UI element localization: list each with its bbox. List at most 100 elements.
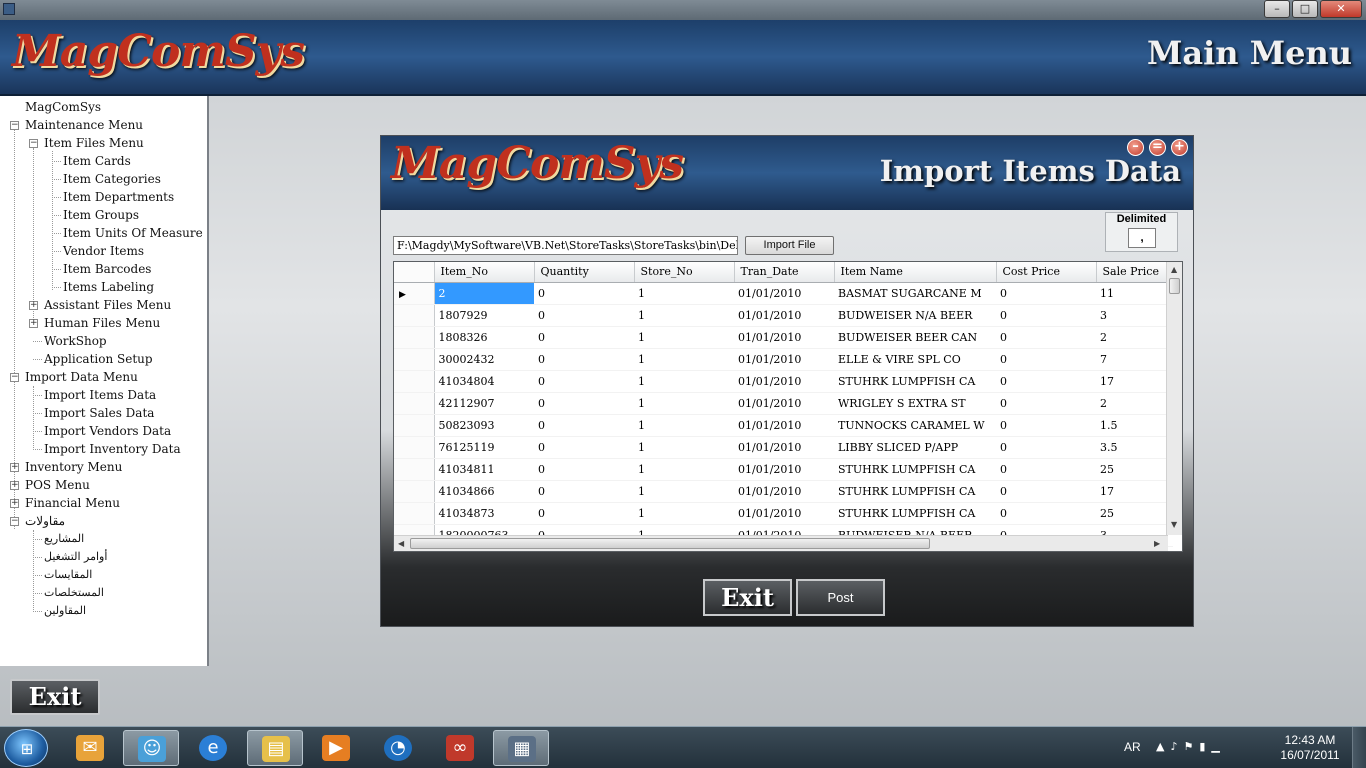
table-cell[interactable]: 0: [534, 414, 634, 437]
row-header[interactable]: [394, 326, 435, 349]
table-cell[interactable]: STUHRK LUMPFISH CA: [834, 502, 996, 525]
table-row[interactable]: 1807929 0 1 01/01/2010 BUDWEISER N/A BEER 0 3: [394, 304, 1173, 327]
scroll-down-icon[interactable]: ▼: [1171, 520, 1177, 529]
taskbar-item-users[interactable]: ☺: [123, 730, 179, 766]
scroll-left-icon[interactable]: ◀: [398, 539, 404, 548]
row-header[interactable]: [394, 392, 435, 415]
tree-item-item-categories[interactable]: Item Categories: [63, 170, 161, 188]
table-cell[interactable]: BASMAT SUGARCANE M: [834, 282, 996, 305]
table-cell[interactable]: 0: [534, 348, 634, 371]
table-cell[interactable]: 1: [634, 326, 734, 349]
show-desktop-button[interactable]: [1352, 727, 1366, 768]
tree-item-import-sales-data[interactable]: Import Sales Data: [44, 404, 154, 422]
tree-item-item-groups[interactable]: Item Groups: [63, 206, 139, 224]
row-header[interactable]: [394, 458, 435, 481]
table-row[interactable]: 30002432 0 1 01/01/2010 ELLE & VIRE SPL CO 0 7: [394, 348, 1173, 371]
taskbar-item-outlook[interactable]: ✉: [62, 730, 118, 766]
row-header[interactable]: [394, 414, 435, 437]
horizontal-scroll-thumb[interactable]: [410, 538, 930, 549]
table-cell[interactable]: ELLE & VIRE SPL CO: [834, 348, 996, 371]
row-header[interactable]: [394, 480, 435, 503]
tree-item-projects[interactable]: المشاريع: [44, 530, 84, 548]
table-cell[interactable]: 1: [634, 502, 734, 525]
column-header[interactable]: Item_No: [434, 262, 535, 283]
table-cell[interactable]: 0: [534, 502, 634, 525]
column-header[interactable]: Store_No: [634, 262, 735, 283]
table-cell[interactable]: 1: [634, 392, 734, 415]
table-cell[interactable]: 1: [634, 370, 734, 393]
table-cell[interactable]: 01/01/2010: [734, 392, 834, 415]
table-cell[interactable]: 1808326: [434, 326, 534, 349]
table-cell[interactable]: 41034804: [434, 370, 534, 393]
dialog-maximize-icon[interactable]: +: [1171, 139, 1188, 156]
tree-item-workshop[interactable]: WorkShop: [44, 332, 107, 350]
table-cell[interactable]: WRIGLEY S EXTRA ST: [834, 392, 996, 415]
row-header[interactable]: [394, 502, 435, 525]
table-row[interactable]: 41034811 0 1 01/01/2010 STUHRK LUMPFISH CA 0 2…: [394, 458, 1173, 481]
taskbar-item-remote[interactable]: ◔: [370, 730, 426, 766]
tree-item-item-cards[interactable]: Item Cards: [63, 152, 131, 170]
table-cell[interactable]: 01/01/2010: [734, 458, 834, 481]
items-data-grid[interactable]: Item_No Quantity Store_No Tran_Date Item Nam…: [393, 261, 1183, 552]
tree-item-import-data-menu[interactable]: Import Data Menu: [25, 368, 138, 386]
table-row[interactable]: 41034866 0 1 01/01/2010 STUHRK LUMPFISH CA 0 1…: [394, 480, 1173, 503]
table-cell[interactable]: 01/01/2010: [734, 282, 834, 305]
taskbar-item-ie[interactable]: e: [185, 730, 241, 766]
table-cell[interactable]: 50823093: [434, 414, 534, 437]
close-button[interactable]: ✕: [1320, 0, 1362, 18]
table-cell[interactable]: 25: [1096, 502, 1166, 525]
dialog-minimize-icon[interactable]: –: [1127, 139, 1144, 156]
collapse-icon[interactable]: −: [10, 121, 19, 130]
column-header[interactable]: Quantity: [534, 262, 635, 283]
vertical-scroll-thumb[interactable]: [1169, 278, 1180, 294]
tree-item-application-setup[interactable]: Application Setup: [44, 350, 153, 368]
taskbar-item-magcomsys[interactable]: ▦: [493, 730, 549, 766]
table-cell[interactable]: 0: [534, 370, 634, 393]
expand-icon[interactable]: +: [29, 319, 38, 328]
expand-icon[interactable]: +: [10, 499, 19, 508]
table-cell[interactable]: 1: [634, 458, 734, 481]
table-cell[interactable]: 1: [634, 436, 734, 459]
table-cell[interactable]: BUDWEISER N/A BEER: [834, 304, 996, 327]
minimize-button[interactable]: –: [1264, 0, 1290, 18]
table-cell[interactable]: 0: [996, 392, 1096, 415]
tree-item-item-barcodes[interactable]: Item Barcodes: [63, 260, 151, 278]
table-cell[interactable]: 30002432: [434, 348, 534, 371]
table-cell[interactable]: 41034811: [434, 458, 534, 481]
table-cell[interactable]: 2: [1096, 392, 1166, 415]
table-cell[interactable]: 1807929: [434, 304, 534, 327]
import-file-button[interactable]: Import File: [745, 236, 834, 255]
table-cell[interactable]: 2: [434, 282, 534, 305]
table-cell[interactable]: 01/01/2010: [734, 348, 834, 371]
table-row[interactable]: ▶ 2 0 1 01/01/2010 BASMAT SUGARCANE M 0 11: [394, 282, 1173, 305]
post-button[interactable]: Post: [796, 579, 885, 616]
table-cell[interactable]: 17: [1096, 370, 1166, 393]
table-cell[interactable]: STUHRK LUMPFISH CA: [834, 370, 996, 393]
table-cell[interactable]: 3.5: [1096, 436, 1166, 459]
tree-item-measurements[interactable]: المقايسات: [44, 566, 92, 584]
table-cell[interactable]: 0: [996, 414, 1096, 437]
table-cell[interactable]: 01/01/2010: [734, 304, 834, 327]
row-header[interactable]: [394, 304, 435, 327]
table-cell[interactable]: 3: [1096, 304, 1166, 327]
table-cell[interactable]: 01/01/2010: [734, 370, 834, 393]
tree-item-item-departments[interactable]: Item Departments: [63, 188, 174, 206]
tree-item-item-units-of-measure[interactable]: Item Units Of Measure: [63, 224, 203, 242]
dialog-restore-icon[interactable]: =: [1149, 139, 1166, 156]
expand-icon[interactable]: +: [10, 481, 19, 490]
table-cell[interactable]: 1: [634, 304, 734, 327]
table-cell[interactable]: 01/01/2010: [734, 326, 834, 349]
table-cell[interactable]: STUHRK LUMPFISH CA: [834, 480, 996, 503]
table-cell[interactable]: BUDWEISER BEER CAN: [834, 326, 996, 349]
table-cell[interactable]: 2: [1096, 326, 1166, 349]
table-cell[interactable]: 01/01/2010: [734, 480, 834, 503]
column-header[interactable]: Item Name: [834, 262, 997, 283]
table-cell[interactable]: 41034866: [434, 480, 534, 503]
dialog-exit-button[interactable]: Exit: [703, 579, 792, 616]
table-cell[interactable]: 1.5: [1096, 414, 1166, 437]
table-row[interactable]: 41034873 0 1 01/01/2010 STUHRK LUMPFISH CA 0 2…: [394, 502, 1173, 525]
table-cell[interactable]: 0: [534, 480, 634, 503]
row-header[interactable]: [394, 370, 435, 393]
tree-item-human-files-menu[interactable]: Human Files Menu: [44, 314, 160, 332]
tree-item-item-files-menu[interactable]: Item Files Menu: [44, 134, 144, 152]
